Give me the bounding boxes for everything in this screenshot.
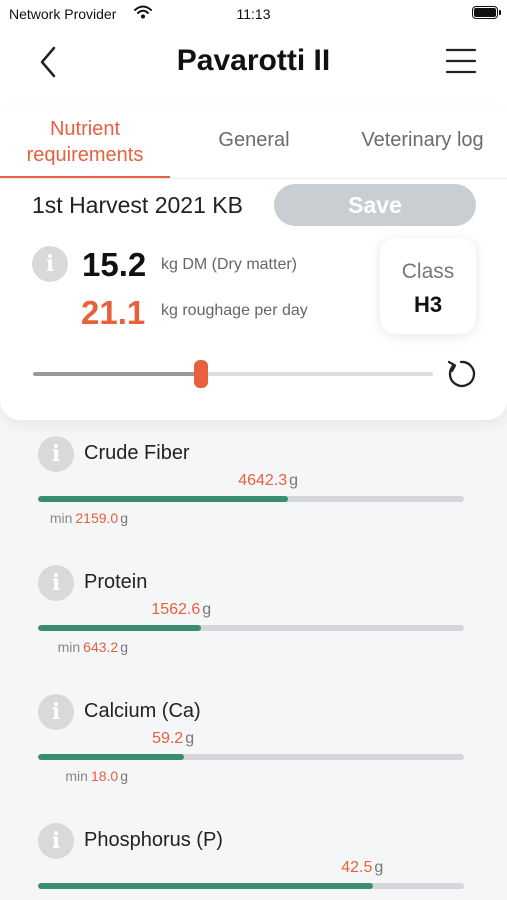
reset-button[interactable] bbox=[444, 357, 478, 391]
class-badge: Class H3 bbox=[380, 238, 476, 334]
nutrient-row-calcium: i Calcium (Ca) 59.2 g min 18.0 g bbox=[0, 678, 507, 798]
clock: 11:13 bbox=[236, 6, 271, 22]
hamburger-menu-icon bbox=[445, 48, 477, 74]
tab-bar: Nutrient requirements General Veterinary… bbox=[0, 114, 507, 179]
page-title: Pavarotti II bbox=[176, 44, 331, 77]
min-unit: g bbox=[120, 768, 128, 784]
nutrient-progress-fill bbox=[38, 754, 185, 760]
nutrient-value: 59.2 bbox=[152, 730, 184, 747]
nutrient-value-label: 4642.3 g bbox=[238, 472, 298, 490]
nutrient-unit: g bbox=[289, 472, 299, 489]
tab-divider bbox=[0, 178, 507, 179]
info-icon[interactable]: i bbox=[38, 694, 74, 730]
menu-button[interactable] bbox=[445, 46, 477, 76]
nutrient-value: 42.5 bbox=[341, 859, 373, 876]
nutrient-row-crude-fiber: i Crude Fiber 4642.3 g min 2159.0 g bbox=[0, 420, 507, 540]
min-label: min bbox=[49, 510, 73, 526]
slider-fill bbox=[33, 372, 201, 376]
info-icon[interactable]: i bbox=[38, 823, 74, 859]
nutrient-value: 4642.3 bbox=[238, 472, 288, 489]
class-label: Class bbox=[401, 260, 455, 283]
tab-veterinary-log[interactable]: Veterinary log bbox=[340, 129, 505, 152]
info-icon[interactable]: i bbox=[38, 436, 74, 472]
slider-handle[interactable] bbox=[194, 360, 208, 388]
nutrient-progress-bar bbox=[38, 496, 464, 502]
nutrient-minimum: min 2159.0 g bbox=[50, 510, 128, 526]
nutrient-progress-fill bbox=[38, 496, 289, 502]
battery-icon bbox=[472, 6, 501, 19]
tab-nutrient-requirements[interactable]: Nutrient requirements bbox=[0, 116, 170, 168]
roughage-unit: kg roughage per day bbox=[161, 302, 308, 319]
nutrient-row-protein: i Protein 1562.6 g min 643.2 g bbox=[0, 549, 507, 669]
nutrient-progress-fill bbox=[38, 883, 374, 889]
info-icon[interactable]: i bbox=[32, 246, 68, 282]
nutrient-progress-bar bbox=[38, 754, 464, 760]
class-value: H3 bbox=[413, 292, 443, 317]
amount-slider[interactable] bbox=[33, 360, 433, 388]
nutrient-name: Crude Fiber bbox=[84, 442, 190, 464]
nutrient-value-label: 1562.6 g bbox=[151, 601, 211, 619]
nutrient-value-label: 59.2 g bbox=[152, 730, 194, 748]
dry-matter-value: 15.2 bbox=[82, 246, 147, 283]
info-icon[interactable]: i bbox=[38, 565, 74, 601]
nutrient-progress-bar bbox=[38, 625, 464, 631]
summary-card: Nutrient requirements General Veterinary… bbox=[0, 106, 507, 420]
tab-general[interactable]: General bbox=[195, 129, 313, 152]
nutrient-minimum: min 18.0 g bbox=[65, 768, 128, 784]
harvest-name: 1st Harvest 2021 KB bbox=[32, 192, 243, 218]
min-value: 643.2 bbox=[83, 639, 119, 655]
dry-matter-unit: kg DM (Dry matter) bbox=[161, 256, 297, 273]
nutrient-value: 1562.6 bbox=[151, 601, 201, 618]
min-unit: g bbox=[120, 639, 128, 655]
status-bar: Network Provider 11:13 bbox=[0, 0, 507, 28]
nutrient-progress-bar bbox=[38, 883, 464, 889]
min-label: min bbox=[65, 768, 88, 784]
nutrient-name: Protein bbox=[84, 571, 148, 593]
nutrient-minimum: min 643.2 g bbox=[58, 639, 128, 655]
app-header: Pavarotti II bbox=[0, 28, 507, 106]
min-label: min bbox=[57, 639, 81, 655]
nutrient-unit: g bbox=[374, 859, 384, 876]
nutrient-progress-fill bbox=[38, 625, 202, 631]
min-value: 18.0 bbox=[90, 768, 119, 784]
nutrient-row-phosphorus: i Phosphorus (P) 42.5 g bbox=[0, 807, 507, 900]
save-button[interactable]: Save bbox=[274, 184, 476, 226]
refresh-icon bbox=[447, 360, 476, 388]
min-value: 2159.0 bbox=[75, 510, 119, 526]
roughage-value: 21.1 bbox=[81, 294, 146, 331]
nutrient-name: Phosphorus (P) bbox=[84, 829, 223, 851]
nutrient-unit: g bbox=[185, 730, 195, 747]
nutrient-unit: g bbox=[202, 601, 212, 618]
nutrient-value-label: 42.5 g bbox=[341, 859, 383, 877]
nutrient-name: Calcium (Ca) bbox=[84, 700, 201, 722]
min-unit: g bbox=[120, 510, 128, 526]
